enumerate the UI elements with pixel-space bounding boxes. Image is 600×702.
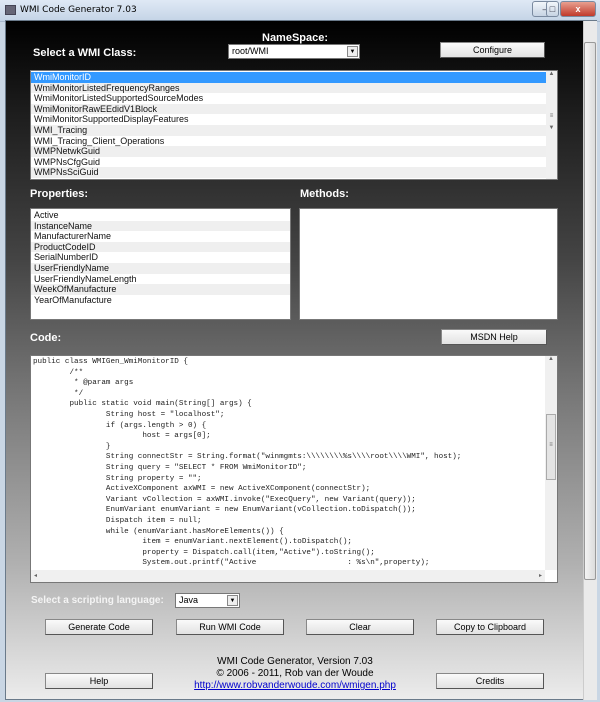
class-list-item[interactable]: WmiMonitorListedSupportedSourceModes <box>31 93 547 104</box>
clear-button[interactable]: Clear <box>306 619 414 635</box>
credits-button[interactable]: Credits <box>436 673 544 689</box>
namespace-value: root/WMI <box>232 46 269 56</box>
methods-list[interactable] <box>299 208 558 320</box>
code-label: Code: <box>30 332 62 344</box>
namespace-select[interactable]: root/WMI ▼ <box>228 44 360 59</box>
property-list-item[interactable]: Active <box>31 210 290 221</box>
class-list-item[interactable]: WmiMonitorListedFrequencyRanges <box>31 82 547 94</box>
code-text[interactable]: public class WMIGen_WmiMonitorID { /** *… <box>31 356 545 570</box>
maximize-button[interactable]: □ <box>546 1 559 17</box>
chevron-down-icon[interactable]: ▼ <box>227 595 238 606</box>
property-list-item[interactable]: UserFriendlyNameLength <box>31 274 290 285</box>
class-list-scrollbar[interactable]: ▲ ≡ ▼ <box>546 71 557 179</box>
class-list-item[interactable]: WmiMonitorID <box>31 72 547 83</box>
run-wmi-code-button[interactable]: Run WMI Code <box>176 619 284 635</box>
class-list-item[interactable]: WMI_Tracing <box>31 124 547 136</box>
app-icon <box>5 5 16 15</box>
window-title: WMI Code Generator 7.03 <box>20 5 137 15</box>
property-list-item[interactable]: SerialNumberID <box>31 252 290 263</box>
class-label: Select a WMI Class: <box>33 47 137 59</box>
class-list[interactable]: WmiMonitorID WmiMonitorListedFrequencyRan… <box>30 70 558 180</box>
properties-label: Properties: <box>30 188 89 200</box>
close-button[interactable]: x <box>560 1 596 17</box>
footer-version: WMI Code Generator, Version 7.03 <box>217 656 373 667</box>
language-value: Java <box>179 595 199 605</box>
class-list-item[interactable]: WMI_Tracing_Client_Operations <box>31 136 547 147</box>
configure-button[interactable]: Configure <box>440 42 545 58</box>
footer-link[interactable]: http://www.robvanderwoude.com/wmigen.php <box>145 680 445 691</box>
help-button[interactable]: Help <box>45 673 153 689</box>
property-list-item[interactable]: ProductCodeID <box>31 241 290 253</box>
footer-copyright: © 2006 - 2011, Rob van der Woude <box>216 668 374 679</box>
generate-code-button[interactable]: Generate Code <box>45 619 153 635</box>
code-vertical-scrollbar[interactable]: ▲ ≡ <box>545 356 557 570</box>
class-list-item[interactable]: WmiMonitorSupportedDisplayFeatures <box>31 114 547 125</box>
language-select[interactable]: Java ▼ <box>175 593 240 608</box>
chevron-down-icon[interactable]: ▼ <box>347 46 358 57</box>
methods-label: Methods: <box>300 188 349 200</box>
class-list-item[interactable]: WMPNetwkGuid <box>31 146 547 157</box>
window-scrollbar-thumb[interactable] <box>584 42 596 580</box>
msdn-help-button[interactable]: MSDN Help <box>441 329 547 345</box>
language-label: Select a scripting language: <box>31 595 164 606</box>
class-list-item[interactable]: WmiMonitorRawEEdidV1Block <box>31 103 547 115</box>
property-list-item[interactable]: WeekOfManufacture <box>31 284 290 295</box>
namespace-label: NameSpace: <box>262 32 329 44</box>
property-list-item[interactable]: InstanceName <box>31 220 290 232</box>
properties-list[interactable]: Active InstanceName ManufacturerName Produc… <box>30 208 291 320</box>
property-list-item[interactable]: ManufacturerName <box>31 231 290 242</box>
class-list-item[interactable]: WMPNsSciGuid <box>31 167 547 178</box>
copy-to-clipboard-button[interactable]: Copy to Clipboard <box>436 619 544 635</box>
code-horizontal-scrollbar[interactable]: ◂ ▸ <box>31 570 545 582</box>
class-list-item[interactable]: WMPNsCfgGuid <box>31 157 547 168</box>
property-list-item[interactable]: UserFriendlyName <box>31 262 290 274</box>
code-editor[interactable]: public class WMIGen_WmiMonitorID { /** *… <box>30 355 558 583</box>
property-list-item[interactable]: YearOfManufacture <box>31 295 290 306</box>
